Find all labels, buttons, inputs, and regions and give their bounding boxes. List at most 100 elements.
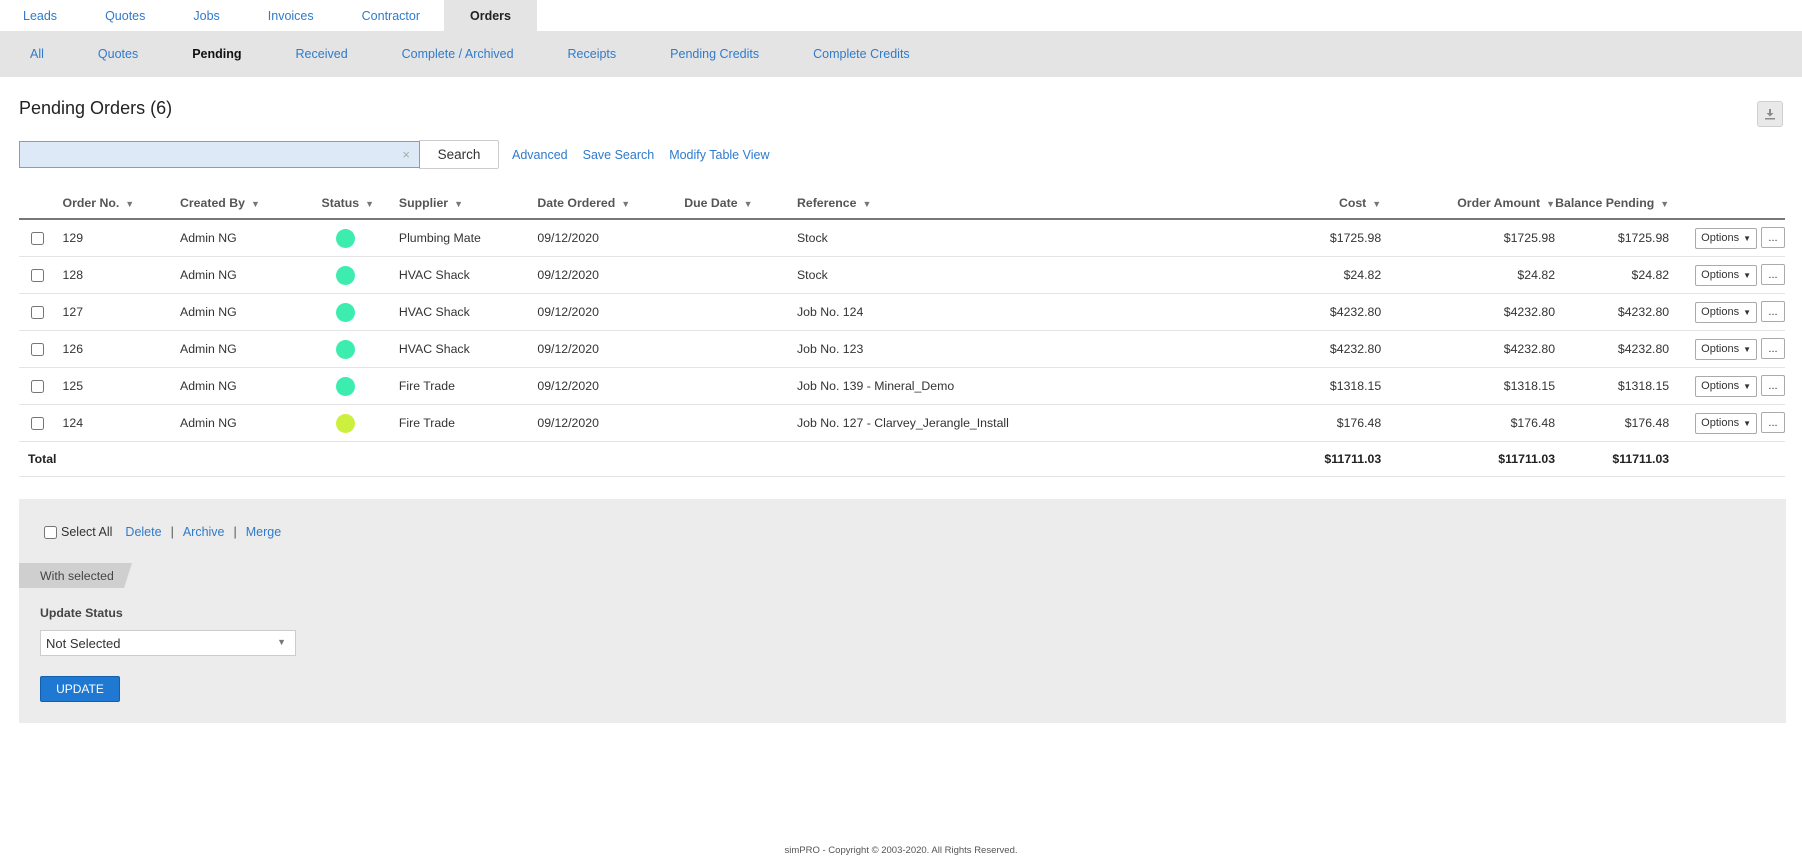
total-order-amount: $11711.03 — [1381, 441, 1556, 477]
archive-link[interactable]: Archive — [183, 525, 225, 539]
sort-caret-icon: ▼ — [125, 199, 135, 209]
column-cost[interactable]: Cost ▼ — [1213, 188, 1382, 220]
row-options-button[interactable]: Options ▼ — [1695, 412, 1757, 434]
order-no-cell[interactable]: 125 — [62, 367, 180, 405]
save-search-link[interactable]: Save Search — [583, 148, 655, 162]
reference-cell: Stock — [796, 256, 1214, 294]
order-no-cell[interactable]: 126 — [62, 330, 180, 368]
status-indicator — [335, 413, 355, 433]
row-more-button[interactable]: ... — [1761, 301, 1785, 323]
cost-cell: $24.82 — [1213, 256, 1382, 294]
row-more-button[interactable]: ... — [1761, 338, 1785, 360]
subtab-receipts[interactable]: Receipts — [541, 47, 644, 61]
sort-caret-icon: ▼ — [621, 199, 631, 209]
created-by-cell: Admin NG — [180, 256, 322, 294]
row-more-button[interactable]: ... — [1761, 227, 1785, 249]
primary-tabs: Leads Quotes Jobs Invoices Contractor Or… — [0, 0, 1802, 31]
row-checkbox[interactable] — [31, 306, 44, 320]
search-input[interactable] — [20, 142, 419, 167]
subtab-received[interactable]: Received — [269, 47, 375, 61]
order-no-cell[interactable]: 127 — [62, 293, 180, 331]
select-all-checkbox[interactable] — [44, 525, 57, 539]
order-amount-cell: $24.82 — [1381, 256, 1556, 294]
column-label: Status — [321, 196, 360, 210]
subtab-all[interactable]: All — [0, 47, 71, 61]
status-cell — [321, 367, 399, 405]
row-options-button[interactable]: Options ▼ — [1695, 375, 1757, 397]
row-more-button[interactable]: ... — [1761, 412, 1785, 434]
tab-orders[interactable]: Orders — [444, 0, 537, 31]
row-checkbox[interactable] — [31, 269, 44, 283]
advanced-search-link[interactable]: Advanced — [512, 148, 568, 162]
status-indicator — [335, 376, 355, 396]
row-more-button[interactable]: ... — [1761, 375, 1785, 397]
update-status-label: Update Status — [40, 606, 123, 620]
column-reference[interactable]: Reference ▼ — [796, 188, 1214, 220]
tab-quotes[interactable]: Quotes — [81, 0, 169, 31]
with-selected-tab: With selected — [19, 563, 132, 588]
column-order-no[interactable]: Order No. ▼ — [62, 188, 180, 220]
row-checkbox[interactable] — [31, 380, 44, 394]
orders-table: Order No. ▼ Created By ▼ Status ▼ Supplier ▼… — [19, 188, 1785, 477]
table-row: 127 Admin NG HVAC Shack 09/12/2020 Job N… — [19, 293, 1785, 331]
export-button[interactable] — [1757, 101, 1783, 127]
tab-contractor[interactable]: Contractor — [338, 0, 444, 31]
table-row: 126 Admin NG HVAC Shack 09/12/2020 Job N… — [19, 330, 1785, 368]
row-options-button[interactable]: Options ▼ — [1695, 264, 1757, 286]
options-label: Options — [1701, 343, 1740, 356]
search-button[interactable]: Search — [419, 140, 499, 169]
total-balance-pending: $11711.03 — [1555, 441, 1670, 477]
date-ordered-cell: 09/12/2020 — [537, 256, 685, 294]
row-options-button[interactable]: Options ▼ — [1695, 301, 1757, 323]
search-links: Advanced Save Search Modify Table View — [512, 148, 784, 162]
row-options-button[interactable]: Options ▼ — [1695, 227, 1757, 249]
status-cell — [321, 219, 399, 257]
select-all-label[interactable]: Select All — [61, 525, 112, 539]
status-select[interactable]: Not Selected ▼ — [40, 630, 296, 656]
options-label: Options — [1701, 269, 1740, 282]
separator: | — [170, 525, 174, 539]
tab-invoices[interactable]: Invoices — [244, 0, 338, 31]
balance-pending-cell: $4232.80 — [1555, 293, 1670, 331]
caret-down-icon: ▼ — [1743, 270, 1751, 280]
created-by-cell: Admin NG — [180, 367, 322, 405]
balance-pending-cell: $1725.98 — [1555, 219, 1670, 257]
row-options-button[interactable]: Options ▼ — [1695, 338, 1757, 360]
actions-column-header — [1669, 188, 1785, 220]
column-due-date[interactable]: Due Date ▼ — [684, 188, 797, 220]
reference-cell: Job No. 127 - Clarvey_Jerangle_Install — [796, 404, 1214, 442]
subtab-pending-credits[interactable]: Pending Credits — [643, 47, 786, 61]
subtab-complete-credits[interactable]: Complete Credits — [786, 47, 937, 61]
merge-link[interactable]: Merge — [246, 525, 281, 539]
subtab-complete-archived[interactable]: Complete / Archived — [375, 47, 541, 61]
caret-down-icon: ▼ — [1743, 307, 1751, 317]
order-no-cell[interactable]: 128 — [62, 256, 180, 294]
tab-jobs[interactable]: Jobs — [169, 0, 243, 31]
table-row: 124 Admin NG Fire Trade 09/12/2020 Job N… — [19, 404, 1785, 442]
sort-caret-icon: ▼ — [1546, 199, 1556, 209]
status-indicator — [335, 265, 355, 285]
delete-link[interactable]: Delete — [125, 525, 161, 539]
footer-copyright: simPRO - Copyright © 2003-2020. All Righ… — [784, 845, 1018, 856]
row-checkbox[interactable] — [31, 417, 44, 431]
update-button[interactable]: UPDATE — [40, 676, 120, 702]
column-order-amount[interactable]: Order Amount ▼ — [1381, 188, 1556, 220]
column-supplier[interactable]: Supplier ▼ — [398, 188, 538, 220]
column-date-ordered[interactable]: Date Ordered ▼ — [537, 188, 685, 220]
subtab-pending[interactable]: Pending — [165, 47, 268, 61]
row-checkbox[interactable] — [31, 232, 44, 246]
column-created-by[interactable]: Created By ▼ — [180, 188, 322, 220]
date-ordered-cell: 09/12/2020 — [537, 330, 685, 368]
order-no-cell[interactable]: 124 — [62, 404, 180, 442]
tab-leads[interactable]: Leads — [0, 0, 81, 31]
column-balance-pending[interactable]: Balance Pending ▼ — [1555, 188, 1670, 220]
row-more-button[interactable]: ... — [1761, 264, 1785, 286]
subtab-quotes[interactable]: Quotes — [71, 47, 165, 61]
order-no-cell[interactable]: 129 — [62, 219, 180, 257]
modify-table-view-link[interactable]: Modify Table View — [669, 148, 769, 162]
date-ordered-cell: 09/12/2020 — [537, 293, 685, 331]
column-status[interactable]: Status ▼ — [321, 188, 399, 220]
status-indicator — [335, 302, 355, 322]
clear-search-icon[interactable]: × — [402, 147, 410, 162]
row-checkbox[interactable] — [31, 343, 44, 357]
